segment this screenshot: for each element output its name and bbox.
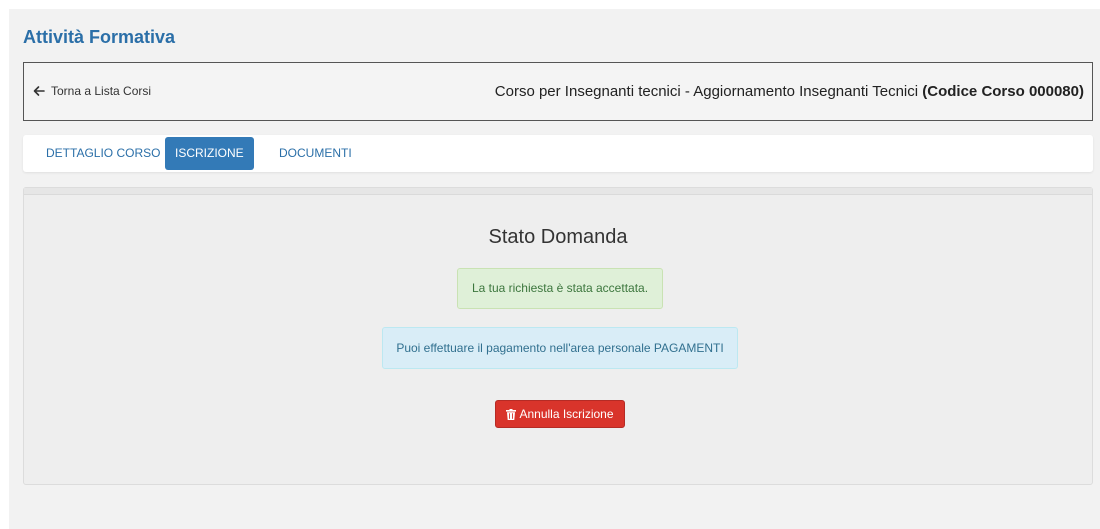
course-code: (Codice Corso 000080) <box>922 83 1084 100</box>
success-alert: La tua richiesta è stata accettata. <box>457 268 663 309</box>
cancel-enrollment-label: Annulla Iscrizione <box>519 407 614 421</box>
info-alert: Puoi effettuare il pagamento nell'area p… <box>382 327 738 369</box>
status-title: Stato Domanda <box>488 226 628 248</box>
tab-bar: DETTAGLIO CORSO ISCRIZIONE DOCUMENTI <box>23 135 1093 172</box>
course-header-bar: Torna a Lista Corsi Corso per Insegnanti… <box>23 62 1093 121</box>
cancel-enrollment-button[interactable]: Annulla Iscrizione <box>495 400 625 428</box>
panel-top-strip <box>24 188 1092 195</box>
tab-documenti[interactable]: DOCUMENTI <box>269 137 362 170</box>
page-container: Attività Formativa Torna a Lista Corsi C… <box>9 9 1100 529</box>
course-name: Corso per Insegnanti tecnici - Aggiornam… <box>494 83 919 100</box>
tab-dettaglio-corso[interactable]: DETTAGLIO CORSO <box>36 137 170 170</box>
back-to-course-list-link[interactable]: Torna a Lista Corsi <box>33 84 151 98</box>
status-panel: Stato Domanda La tua richiesta è stata a… <box>23 187 1093 485</box>
arrow-left-icon <box>33 86 45 96</box>
course-title: Corso per Insegnanti tecnici - Aggiornam… <box>495 83 1084 100</box>
back-link-label: Torna a Lista Corsi <box>51 84 152 98</box>
tab-iscrizione[interactable]: ISCRIZIONE <box>165 137 254 170</box>
trash-icon <box>506 408 517 420</box>
page-title: Attività Formativa <box>23 27 176 47</box>
